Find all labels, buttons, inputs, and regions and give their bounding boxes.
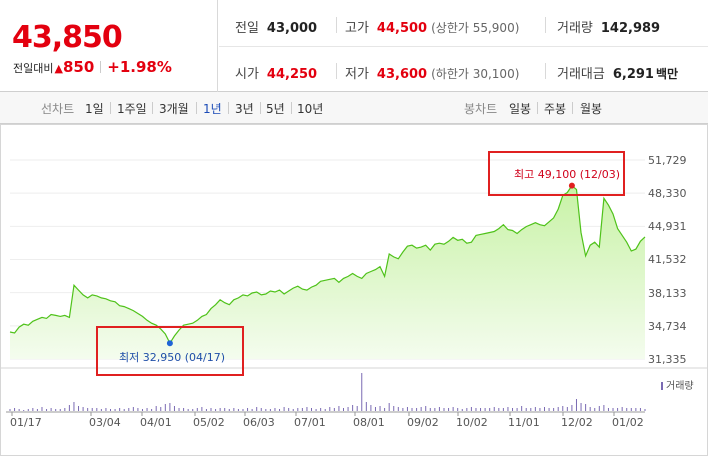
- divider: [336, 63, 337, 79]
- x-tick-label: 01/17: [10, 416, 42, 429]
- up-arrow-icon: ▲: [54, 62, 63, 75]
- x-tick-label: 12/02: [561, 416, 593, 429]
- change-value: 850: [62, 58, 95, 76]
- y-tick-label: 41,532: [648, 253, 687, 266]
- y-tick-label: 44,931: [648, 220, 687, 233]
- tab-3month[interactable]: 3개월: [159, 100, 189, 117]
- divider: [545, 63, 546, 79]
- change-percent: +1.98%: [107, 58, 172, 76]
- x-tick-label: 08/01: [353, 416, 385, 429]
- line-chart-header: 선차트: [41, 102, 75, 116]
- price-change: 전일대비▲850 +1.98%: [13, 58, 172, 76]
- x-tick-label: 03/04: [89, 416, 121, 429]
- stat-amount: 거래대금 6,291 백만: [557, 67, 679, 82]
- tab-1year[interactable]: 1년: [203, 100, 222, 117]
- divider: [152, 102, 153, 114]
- tab-1week[interactable]: 1주일: [117, 100, 147, 117]
- tab-5year[interactable]: 5년: [266, 100, 285, 117]
- stat-open: 시가 44,250: [235, 67, 318, 82]
- tab-1day[interactable]: 1일: [85, 100, 104, 117]
- divider: [228, 102, 229, 114]
- tab-daily-candle[interactable]: 일봉: [509, 100, 531, 117]
- divider: [545, 17, 546, 33]
- high-annotation-label: 최고 49,100 (12/03): [514, 168, 621, 181]
- price-box: 43,850 전일대비▲850 +1.98%: [0, 0, 218, 92]
- current-price: 43,850: [12, 20, 123, 55]
- volume-legend: 거래량: [661, 377, 694, 392]
- period-tabs: 선차트 1일 1주일 3개월 1년 3년 5년 10년 봉차트 일봉 주봉 월봉: [0, 92, 708, 124]
- divider: [219, 46, 708, 47]
- stat-low: 저가 43,600 (하한가 30,100): [345, 67, 520, 82]
- price-chart: 51,729 48,330 44,931 41,532 38,133 34,73…: [0, 124, 708, 456]
- y-tick-label: 48,330: [648, 187, 687, 200]
- x-tick-label: 01/02: [612, 416, 644, 429]
- y-tick-label: 31,335: [648, 353, 687, 366]
- x-tick-label: 05/02: [193, 416, 225, 429]
- tab-3year[interactable]: 3년: [235, 100, 254, 117]
- stat-prev-close: 전일 43,000: [235, 21, 318, 36]
- divider: [196, 102, 197, 114]
- x-tick-label: 11/01: [508, 416, 540, 429]
- divider: [100, 61, 102, 73]
- candle-chart-header: 봉차트: [464, 102, 498, 116]
- x-tick-label: 06/03: [243, 416, 275, 429]
- tab-weekly-candle[interactable]: 주봉: [544, 100, 566, 117]
- x-tick-label: 04/01: [140, 416, 172, 429]
- x-tick-label: 10/02: [456, 416, 488, 429]
- divider: [260, 102, 261, 114]
- quote-summary: 43,850 전일대비▲850 +1.98% 전일 43,000 고가 44,500(…: [0, 0, 708, 92]
- volume-legend-swatch: [661, 382, 663, 390]
- divider: [110, 102, 111, 114]
- stat-high: 고가 44,500 (상한가 55,900): [345, 21, 520, 36]
- divider: [572, 102, 573, 114]
- change-label: 전일대비: [13, 62, 54, 75]
- divider: [291, 102, 292, 114]
- x-tick-label: 07/01: [294, 416, 326, 429]
- low-annotation-label: 최저 32,950 (04/17): [119, 351, 226, 364]
- y-tick-label: 51,729: [648, 154, 687, 167]
- x-tick-label: 09/02: [407, 416, 439, 429]
- y-tick-label: 38,133: [648, 287, 687, 300]
- y-tick-label: 34,734: [648, 320, 687, 333]
- divider: [336, 17, 337, 33]
- stat-volume: 거래량 142,989: [557, 21, 661, 36]
- divider: [537, 102, 538, 114]
- tab-monthly-candle[interactable]: 월봉: [580, 100, 602, 117]
- tab-10year[interactable]: 10년: [297, 100, 323, 117]
